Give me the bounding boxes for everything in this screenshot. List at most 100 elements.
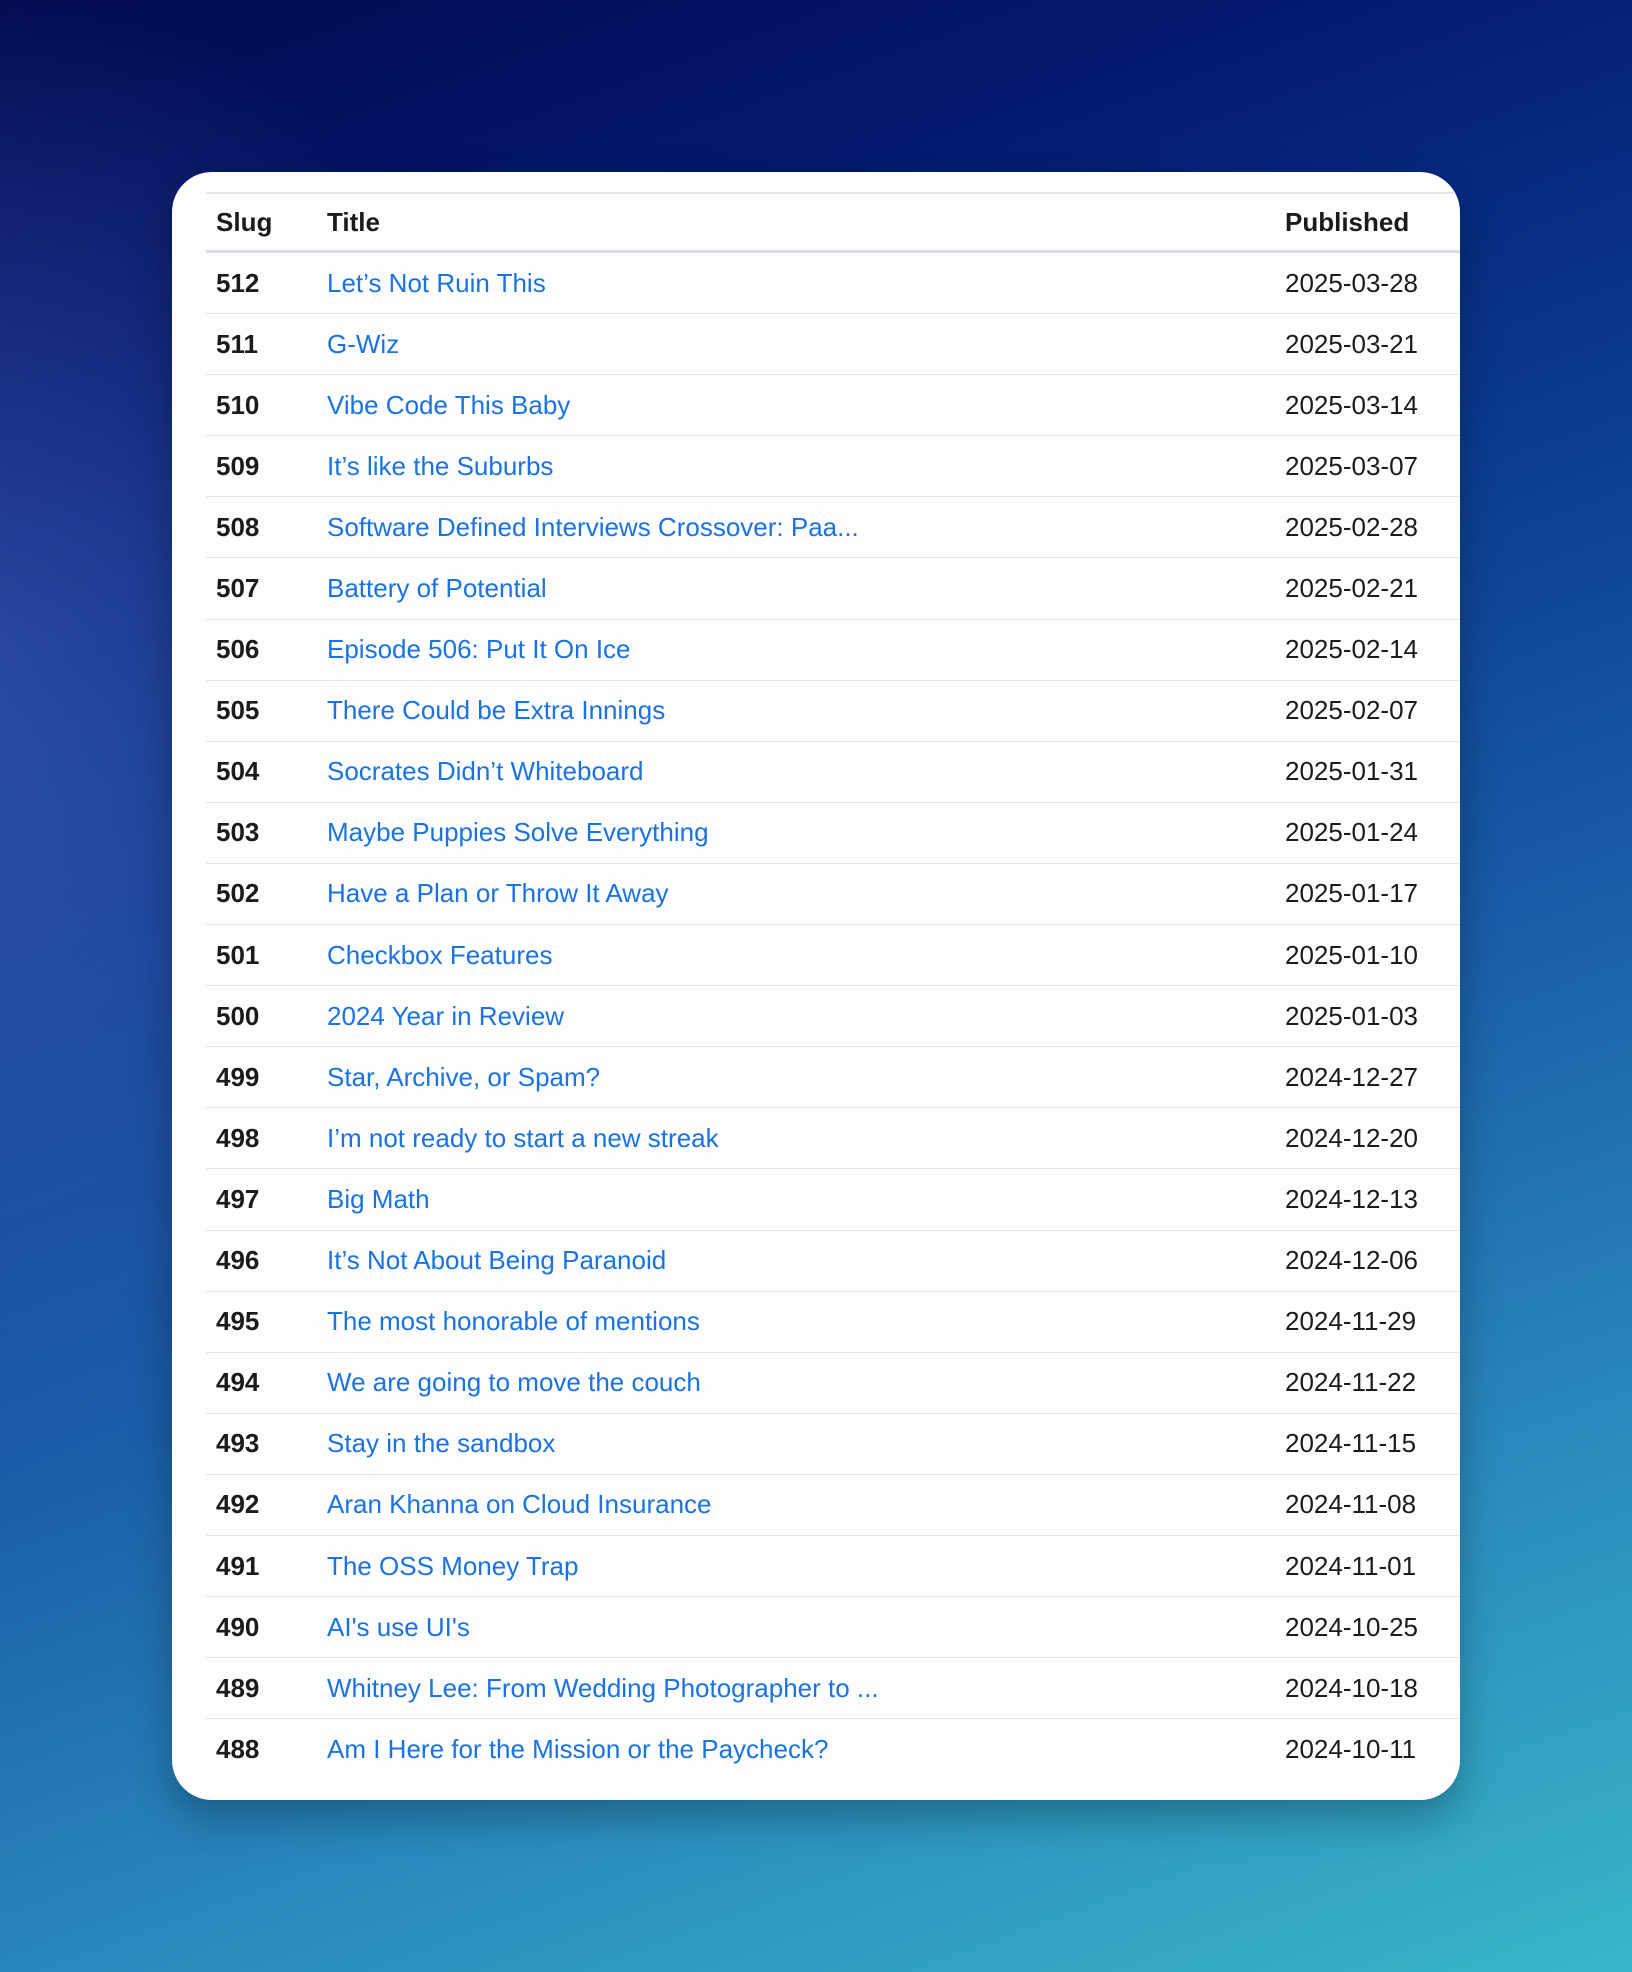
table-row: 493 Stay in the sandbox 2024-11-15 [206,1414,1460,1475]
episode-title-link[interactable]: Vibe Code This Baby [327,390,570,420]
episode-published-date: 2025-03-21 [1285,328,1418,359]
episode-slug: 491 [216,1550,260,1581]
episode-published-date: 2024-11-08 [1285,1489,1417,1520]
episode-title-link[interactable]: Battery of Potential [327,573,547,603]
episode-published-date: 2024-10-18 [1285,1672,1418,1703]
episode-slug: 498 [216,1122,260,1153]
table-row: 489 Whitney Lee: From Wedding Photographe… [206,1658,1460,1720]
table-row: 495 The most honorable of mentions 2024-11… [206,1292,1460,1353]
episode-title-cell: AI's use UI's [327,1612,1285,1643]
episode-title-cell: Stay in the sandbox [327,1428,1285,1459]
episode-slug: 497 [216,1183,260,1214]
table-row: 499 Star, Archive, or Spam? 2024-12-27 [206,1047,1460,1109]
episode-title-cell: Checkbox Features [327,940,1285,971]
episode-slug: 506 [216,634,260,665]
table-row: 494 We are going to move the couch 2024-11… [206,1353,1460,1414]
episode-published-date: 2025-01-17 [1285,878,1418,909]
header-slug: Slug [216,206,273,237]
table-row: 503 Maybe Puppies Solve Everything 2025-01… [206,803,1460,864]
episode-published-date: 2024-11-22 [1285,1367,1417,1398]
episode-title-link[interactable]: Star, Archive, or Spam? [327,1062,600,1092]
episode-slug: 512 [216,267,260,298]
episode-title-cell: Maybe Puppies Solve Everything [327,817,1285,848]
episode-slug: 494 [216,1367,260,1398]
episode-title-cell: It’s like the Suburbs [327,451,1285,482]
episode-title-cell: The most honorable of mentions [327,1306,1285,1337]
table-header-row: Slug Title Published [206,192,1460,253]
episode-title-cell: Big Math [327,1184,1285,1215]
episode-title-cell: It’s Not About Being Paranoid [327,1245,1285,1276]
episode-title-link[interactable]: Aran Khanna on Cloud Insurance [327,1489,712,1519]
episode-title-link[interactable]: Episode 506: Put It On Ice [327,634,631,664]
episode-title-cell: 2024 Year in Review [327,1001,1285,1032]
episode-title-link[interactable]: Have a Plan or Throw It Away [327,878,669,908]
episode-title-link[interactable]: G-Wiz [327,329,399,359]
episode-title-link[interactable]: Checkbox Features [327,940,552,970]
episode-published-date: 2024-12-27 [1285,1061,1418,1092]
episode-slug: 507 [216,573,260,604]
episode-title-cell: Battery of Potential [327,573,1285,604]
episode-published-date: 2024-11-15 [1285,1428,1417,1459]
episode-title-cell: Am I Here for the Mission or the Paychec… [327,1734,1285,1765]
episode-title-link[interactable]: Big Math [327,1184,430,1214]
table-row: 498 I’m not ready to start a new streak 20… [206,1108,1460,1170]
episode-title-link[interactable]: Software Defined Interviews Crossover: P… [327,512,859,542]
episode-title-cell: Software Defined Interviews Crossover: P… [327,512,1285,543]
episode-slug: 495 [216,1306,260,1337]
episode-slug: 508 [216,511,260,542]
episode-title-cell: Let’s Not Ruin This [327,268,1285,299]
table-row: 490 AI's use UI's 2024-10-25 [206,1597,1460,1659]
episode-title-cell: Star, Archive, or Spam? [327,1062,1285,1093]
episode-slug: 500 [216,1000,260,1031]
table-row: 504 Socrates Didn’t Whiteboard 2025-01-31 [206,742,1460,803]
episode-published-date: 2025-02-21 [1285,573,1418,604]
episode-title-cell: There Could be Extra Innings [327,695,1285,726]
episode-slug: 499 [216,1061,260,1092]
episode-published-date: 2024-11-01 [1285,1550,1417,1581]
table-row: 492 Aran Khanna on Cloud Insurance 2024-11… [206,1475,1460,1536]
episode-title-link[interactable]: Am I Here for the Mission or the Paychec… [327,1734,828,1764]
episode-slug: 489 [216,1672,260,1703]
episode-title-link[interactable]: It’s like the Suburbs [327,451,553,481]
episode-published-date: 2025-02-28 [1285,511,1418,542]
episode-title-link[interactable]: 2024 Year in Review [327,1001,564,1031]
episode-title-cell: Whitney Lee: From Wedding Photographer t… [327,1673,1285,1704]
episode-title-link[interactable]: Socrates Didn’t Whiteboard [327,756,643,786]
episode-title-cell: G-Wiz [327,329,1285,360]
episode-title-link[interactable]: Maybe Puppies Solve Everything [327,817,709,847]
table-row: 491 The OSS Money Trap 2024-11-01 [206,1536,1460,1598]
episode-title-link[interactable]: Let’s Not Ruin This [327,268,546,298]
episode-title-link[interactable]: We are going to move the couch [327,1367,701,1397]
episode-title-cell: Have a Plan or Throw It Away [327,878,1285,909]
episode-published-date: 2025-03-14 [1285,389,1418,420]
episode-title-link[interactable]: Whitney Lee: From Wedding Photographer t… [327,1673,879,1703]
episode-published-date: 2024-12-20 [1285,1122,1418,1153]
table-row: 507 Battery of Potential 2025-02-21 [206,558,1460,620]
episode-title-cell: I’m not ready to start a new streak [327,1123,1285,1154]
episode-published-date: 2025-01-31 [1285,756,1418,787]
table-row: 488 Am I Here for the Mission or the Payc… [206,1719,1460,1780]
episode-title-link[interactable]: I’m not ready to start a new streak [327,1123,719,1153]
episode-published-date: 2025-03-07 [1285,450,1418,481]
episode-title-link[interactable]: There Could be Extra Innings [327,695,665,725]
episode-published-date: 2024-12-13 [1285,1183,1418,1214]
table-row: 502 Have a Plan or Throw It Away 2025-01-1… [206,864,1460,926]
episode-published-date: 2025-03-28 [1285,267,1418,298]
episode-slug: 511 [216,328,258,359]
table-row: 511 G-Wiz 2025-03-21 [206,314,1460,376]
episode-title-link[interactable]: Stay in the sandbox [327,1428,555,1458]
episode-slug: 501 [216,939,260,970]
header-title: Title [327,206,380,237]
table-row: 506 Episode 506: Put It On Ice 2025-02-14 [206,620,1460,681]
table-row: 512 Let’s Not Ruin This 2025-03-28 [206,253,1460,315]
episode-title-link[interactable]: It’s Not About Being Paranoid [327,1245,666,1275]
episode-title-link[interactable]: AI's use UI's [327,1612,470,1642]
episode-published-date: 2025-02-14 [1285,634,1418,665]
episodes-table: Slug Title Published 512 Let’s Not Ruin T… [206,192,1460,1780]
episode-slug: 492 [216,1489,260,1520]
table-row: 496 It’s Not About Being Paranoid 2024-12-… [206,1231,1460,1292]
episode-title-link[interactable]: The most honorable of mentions [327,1306,700,1336]
episode-title-cell: We are going to move the couch [327,1367,1285,1398]
episode-title-link[interactable]: The OSS Money Trap [327,1551,578,1581]
episode-slug: 496 [216,1245,260,1276]
